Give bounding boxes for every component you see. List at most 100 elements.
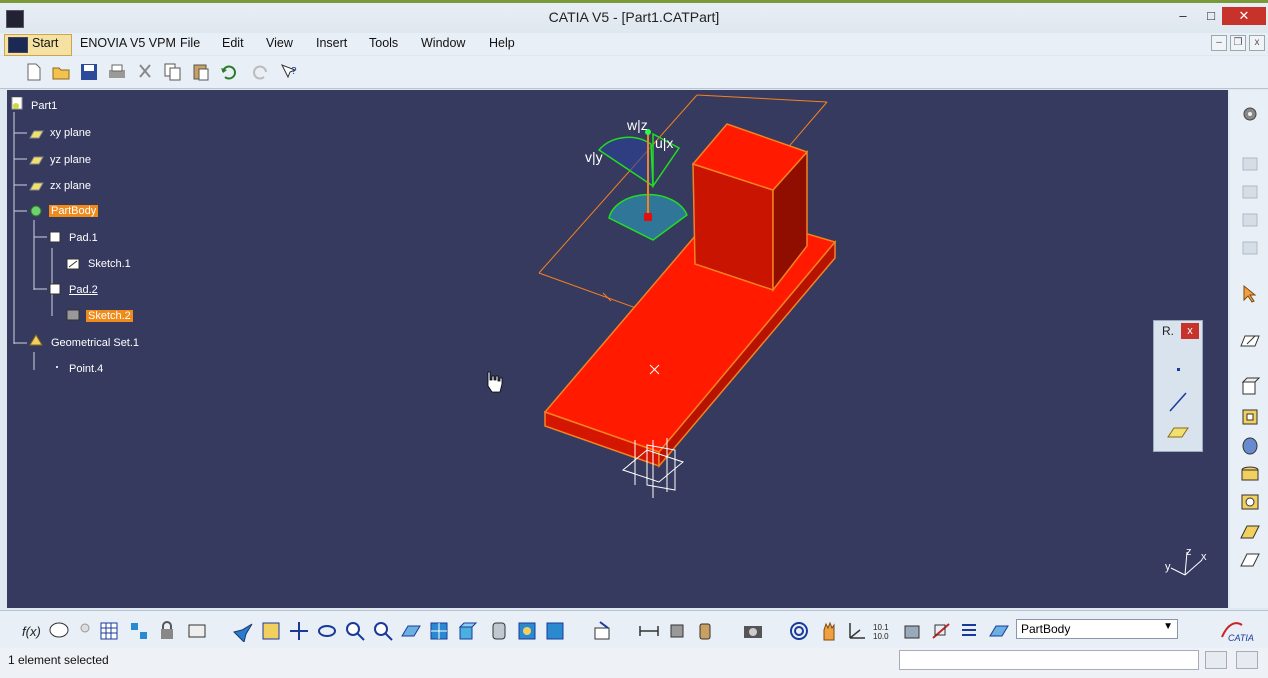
doc-restore-button[interactable]: ❐ [1230, 35, 1246, 51]
menu-file[interactable]: File [180, 36, 200, 50]
comment-icon[interactable] [48, 620, 70, 642]
line-tool-icon[interactable] [1166, 391, 1190, 413]
disabled-tool-1-icon[interactable] [1239, 154, 1261, 174]
part-icon[interactable] [10, 97, 26, 111]
close-button[interactable]: ✕ [1222, 7, 1266, 25]
hand-tool-icon[interactable] [818, 620, 840, 642]
hole-tool-icon[interactable] [1239, 464, 1261, 484]
scale-icon[interactable]: 10.110.0 [872, 620, 894, 642]
copy-icon[interactable] [163, 62, 183, 82]
fit-all-icon[interactable] [260, 620, 282, 642]
status-button-1[interactable] [1205, 651, 1227, 669]
whats-this-icon[interactable]: ? [279, 62, 299, 82]
catalog-icon[interactable] [128, 620, 150, 642]
tree-node-zx-plane[interactable]: zx plane [50, 180, 91, 192]
shaft-tool-icon[interactable] [1239, 436, 1261, 456]
3d-viewport[interactable]: w|z u|x v|y z x y Part1 xy plane yz plan… [7, 90, 1228, 608]
layers-icon[interactable] [902, 620, 924, 642]
menu-start[interactable]: Start [32, 36, 58, 50]
pan-icon[interactable] [288, 620, 310, 642]
select-arrow-icon[interactable] [1239, 284, 1261, 304]
compass-icon[interactable] [597, 129, 688, 241]
chevron-down-icon: ▼ [1163, 621, 1173, 632]
tree-node-sketch-2[interactable]: Sketch.2 [86, 310, 133, 322]
lock-icon[interactable] [156, 620, 178, 642]
plane-icon [29, 182, 44, 191]
doc-close-button[interactable]: x [1249, 35, 1265, 51]
constraint-icon[interactable] [666, 620, 688, 642]
cut-icon[interactable] [135, 62, 155, 82]
undo-icon[interactable] [219, 62, 239, 82]
status-bar: 1 element selected [0, 648, 1268, 678]
status-message: 1 element selected [8, 653, 109, 667]
disabled-tool-2-icon[interactable] [1239, 182, 1261, 202]
tree-node-geometrical-set-1[interactable]: Geometrical Set.1 [51, 337, 139, 349]
new-icon[interactable] [24, 62, 44, 82]
command-input[interactable] [899, 650, 1199, 670]
disabled-tool-3-icon[interactable] [1239, 210, 1261, 230]
tree-node-pad-1[interactable]: Pad.1 [69, 232, 98, 244]
work-object-icon[interactable] [988, 620, 1010, 642]
pad-2-block[interactable] [691, 123, 809, 293]
shading-icon[interactable] [488, 620, 510, 642]
menu-edit[interactable]: Edit [222, 36, 244, 50]
point-tool-icon[interactable] [1166, 361, 1190, 377]
formula-icon[interactable]: f(x) [20, 620, 42, 642]
menu-help[interactable]: Help [489, 36, 515, 50]
gear-icon[interactable] [1239, 104, 1261, 124]
fly-mode-icon[interactable] [232, 620, 254, 642]
container-icon[interactable] [694, 620, 716, 642]
knowledge-icon[interactable] [74, 620, 96, 642]
tree-node-partbody[interactable]: PartBody [49, 205, 99, 217]
menu-bar: Start ENOVIA V5 VPM File Edit View Inser… [0, 33, 1268, 56]
solid-combine-icon[interactable] [1239, 550, 1261, 570]
plane-tool-icon[interactable] [1166, 425, 1190, 439]
sketcher-icon[interactable] [1239, 330, 1261, 350]
multi-view-icon[interactable] [428, 620, 450, 642]
menu-view[interactable]: View [266, 36, 293, 50]
pocket-tool-icon[interactable] [1239, 406, 1261, 426]
spiral-icon[interactable] [788, 620, 810, 642]
menu-tools[interactable]: Tools [369, 36, 398, 50]
tree-node-part1[interactable]: Part1 [31, 100, 57, 112]
open-icon[interactable] [51, 62, 71, 82]
disabled-tool-4-icon[interactable] [1239, 238, 1261, 258]
redo-icon[interactable] [250, 62, 270, 82]
rotate-icon[interactable] [316, 620, 338, 642]
palette-close-button[interactable]: x [1181, 323, 1199, 339]
menu-enovia[interactable]: ENOVIA V5 VPM [80, 36, 176, 50]
tree-node-point-4[interactable]: Point.4 [69, 363, 103, 375]
pad-tool-icon[interactable] [1239, 376, 1261, 396]
current-body-select[interactable]: PartBody ▼ [1016, 619, 1178, 639]
update-icon[interactable] [592, 620, 614, 642]
tree-node-yz-plane[interactable]: yz plane [50, 154, 91, 166]
hide-tool-icon[interactable] [930, 620, 952, 642]
iso-view-icon[interactable] [456, 620, 478, 642]
hide-show-icon[interactable] [516, 620, 538, 642]
minimize-button[interactable]: – [1170, 7, 1196, 25]
save-icon[interactable] [79, 62, 99, 82]
axis-system-icon[interactable] [846, 620, 868, 642]
doc-minimize-button[interactable]: – [1211, 35, 1227, 51]
list-icon[interactable] [958, 620, 980, 642]
menu-insert[interactable]: Insert [316, 36, 347, 50]
tree-node-sketch-1[interactable]: Sketch.1 [88, 258, 131, 270]
print-icon[interactable] [107, 62, 127, 82]
measure-icon[interactable] [186, 620, 208, 642]
rib-tool-icon[interactable] [1239, 492, 1261, 512]
tree-node-xy-plane[interactable]: xy plane [50, 127, 91, 139]
status-button-2[interactable] [1236, 651, 1258, 669]
zoom-in-icon[interactable] [344, 620, 366, 642]
paste-icon[interactable] [191, 62, 211, 82]
swap-space-icon[interactable] [544, 620, 566, 642]
table-icon[interactable] [98, 620, 120, 642]
svg-text:f(x): f(x) [22, 624, 41, 639]
camera-icon[interactable] [742, 620, 764, 642]
stiffener-tool-icon[interactable] [1239, 522, 1261, 542]
tree-node-pad-2[interactable]: Pad.2 [69, 284, 98, 296]
zoom-out-icon[interactable] [372, 620, 394, 642]
menu-window[interactable]: Window [421, 36, 465, 50]
normal-view-icon[interactable] [400, 620, 422, 642]
dimension-icon[interactable] [638, 620, 660, 642]
maximize-button[interactable]: □ [1198, 7, 1224, 25]
